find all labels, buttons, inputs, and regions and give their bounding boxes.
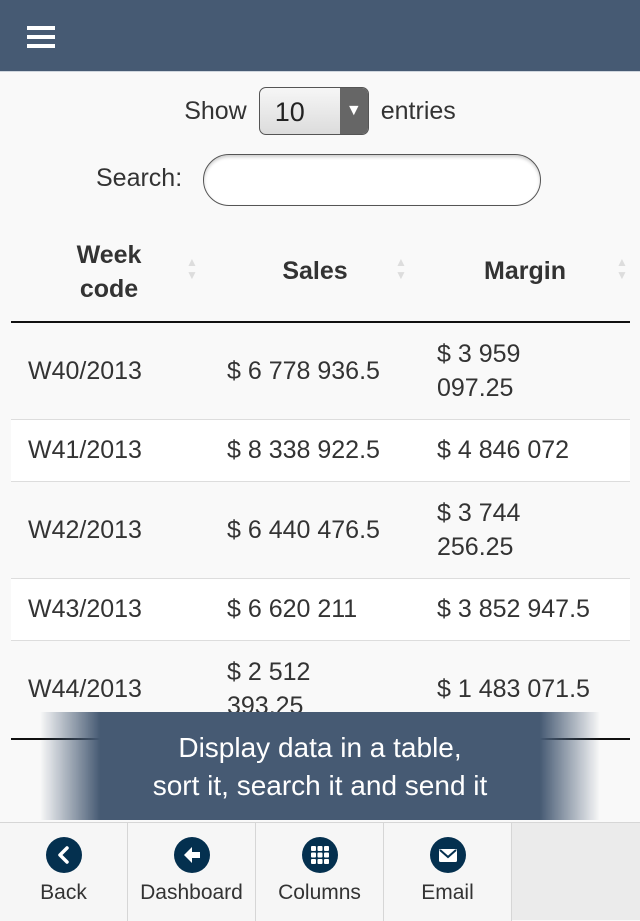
- hamburger-menu-icon[interactable]: [27, 26, 55, 48]
- table-row[interactable]: W41/2013 $ 8 338 922.5 $ 4 846 072: [11, 418, 630, 481]
- app-header: [0, 0, 640, 72]
- cell-week: W40/2013: [11, 322, 210, 419]
- columns-label: Columns: [278, 881, 361, 904]
- dashboard-label: Dashboard: [140, 881, 243, 904]
- entries-label: entries: [380, 96, 456, 125]
- cell-week: W41/2013: [11, 418, 210, 481]
- entries-select-value: 10: [274, 97, 305, 127]
- promo-banner: Display data in a table, sort it, search…: [40, 712, 600, 820]
- banner-line-1: Display data in a table,: [178, 732, 462, 763]
- email-button[interactable]: Email: [384, 823, 512, 921]
- table-row[interactable]: W42/2013 $ 6 440 476.5 $ 3 744 256.25: [11, 480, 630, 578]
- columns-button[interactable]: Columns: [256, 823, 384, 921]
- back-button[interactable]: Back: [0, 823, 128, 921]
- table-row[interactable]: W43/2013 $ 6 620 211 $ 3 852 947.5: [11, 577, 630, 640]
- search-label: Search:: [96, 164, 183, 192]
- entries-select[interactable]: 10 ▼: [258, 87, 369, 135]
- search-input[interactable]: [203, 154, 541, 206]
- column-header-week-code[interactable]: Week code ▲ ▼: [11, 222, 210, 323]
- cell-margin: $ 3 744 256.25: [420, 480, 630, 578]
- table-row[interactable]: W40/2013 $ 6 778 936.5 $ 3 959 097.25: [11, 322, 630, 419]
- column-header-margin[interactable]: Margin ▲ ▼: [420, 222, 630, 323]
- back-label: Back: [40, 881, 87, 904]
- chevron-down-icon: ▼: [339, 88, 368, 134]
- data-table: Week code ▲ ▼ Sales ▲ ▼ Margin ▲ ▼ W40/2013 $ …: [11, 222, 630, 737]
- email-label: Email: [421, 881, 474, 904]
- cell-sales: $ 8 338 922.5: [210, 418, 420, 481]
- grid-icon: [301, 837, 338, 873]
- show-label: Show: [184, 96, 247, 125]
- sort-icon: ▲ ▼: [186, 255, 198, 282]
- search-control: Search:: [0, 154, 640, 206]
- cell-margin: $ 3 852 947.5: [420, 577, 630, 640]
- cell-sales: $ 6 440 476.5: [210, 480, 420, 578]
- column-header-sales[interactable]: Sales ▲ ▼: [210, 222, 420, 323]
- sort-icon: ▲ ▼: [395, 255, 407, 282]
- cell-week: W42/2013: [11, 480, 210, 578]
- dashboard-button[interactable]: Dashboard: [128, 823, 256, 921]
- sort-icon: ▲ ▼: [616, 255, 628, 282]
- entries-length-control: Show 10 ▼ entries: [0, 86, 640, 136]
- cell-margin: $ 3 959 097.25: [420, 322, 630, 419]
- envelope-icon: [429, 837, 466, 873]
- cell-sales: $ 6 620 211: [210, 577, 420, 640]
- arrow-left-icon: [173, 837, 210, 873]
- bottom-toolbar: Back Dashboard Columns Email: [0, 822, 640, 921]
- cell-sales: $ 6 778 936.5: [210, 322, 420, 419]
- banner-line-2: sort it, search it and send it: [152, 770, 488, 801]
- back-chevron-icon: [45, 837, 82, 873]
- cell-margin: $ 4 846 072: [420, 418, 630, 481]
- cell-week: W43/2013: [11, 577, 210, 640]
